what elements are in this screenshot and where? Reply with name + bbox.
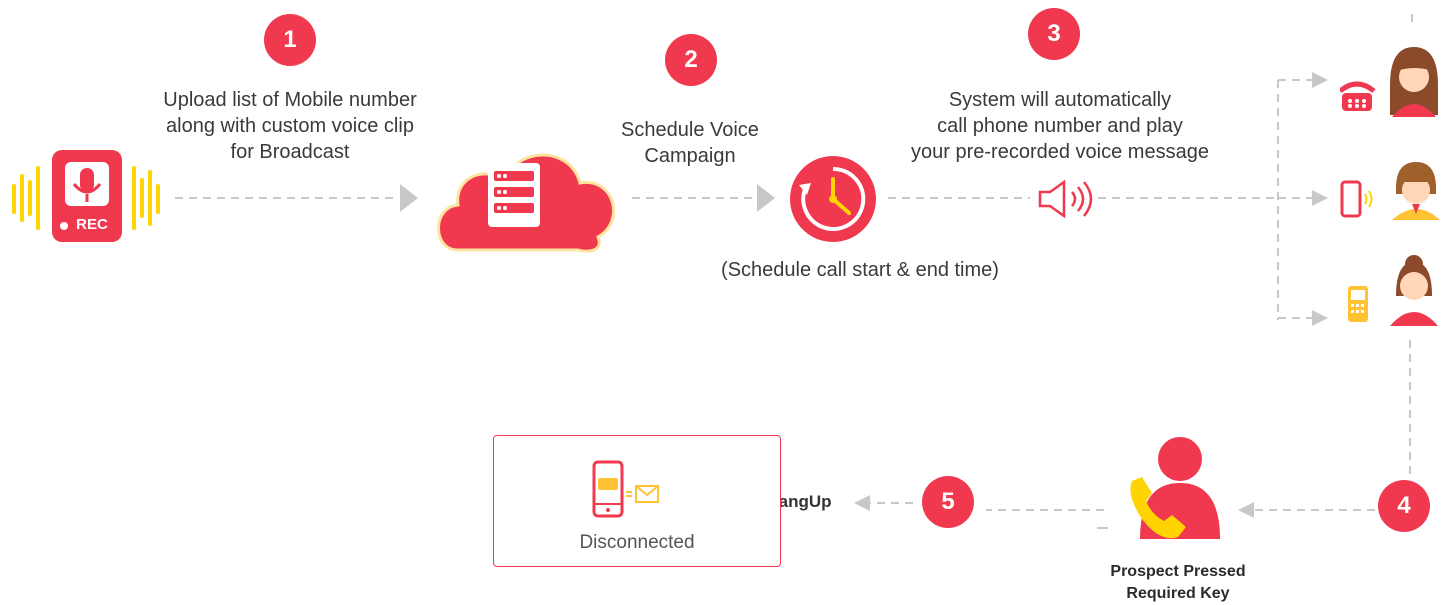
- schedule-note: (Schedule call start & end time): [721, 259, 999, 281]
- recipient-feature-phone: [1348, 255, 1438, 326]
- arrow-left-prospect: [1238, 502, 1254, 518]
- arrow-right-1: [400, 184, 418, 212]
- step-1-badge: 1: [264, 14, 316, 66]
- phone-message-icon: [592, 460, 659, 518]
- step-4-badge: 4: [1378, 480, 1430, 532]
- woman-avatar-icon-2: [1390, 255, 1438, 326]
- step-1-caption: Upload list of Mobile number along with …: [163, 89, 417, 163]
- woman-avatar-icon: [1390, 47, 1438, 117]
- feature-phone-icon: [1348, 286, 1368, 322]
- schedule-clock-icon: [790, 156, 876, 242]
- recorder-label: REC: [76, 216, 108, 233]
- recipient-mobile: [1340, 162, 1440, 220]
- step-3-caption: System will automatically call phone num…: [911, 89, 1209, 163]
- prospect-caller-icon: [1130, 437, 1220, 539]
- speaker-icon: [1038, 179, 1093, 219]
- step-4-caption: Prospect Pressed Required Key: [1110, 563, 1246, 602]
- disconnected-label: Disconnected: [579, 532, 695, 553]
- step-5-badge: 5: [922, 476, 974, 528]
- man-avatar-icon: [1392, 162, 1440, 220]
- arrow-left-hangup: [854, 495, 870, 511]
- step-2-badge: 2: [665, 34, 717, 86]
- landline-phone-icon: [1340, 81, 1376, 111]
- step-2-caption: Schedule Voice Campaign: [621, 119, 759, 167]
- disconnected-box: Disconnected: [493, 435, 781, 567]
- arrow-branch-1: [1312, 72, 1328, 88]
- mobile-phone-icon: [1340, 180, 1373, 218]
- step-3-badge: 3: [1028, 8, 1080, 60]
- arrow-branch-2: [1312, 190, 1328, 206]
- recipient-landline: [1340, 47, 1438, 117]
- arrow-branch-3: [1312, 310, 1328, 326]
- arrow-right-2: [757, 184, 775, 212]
